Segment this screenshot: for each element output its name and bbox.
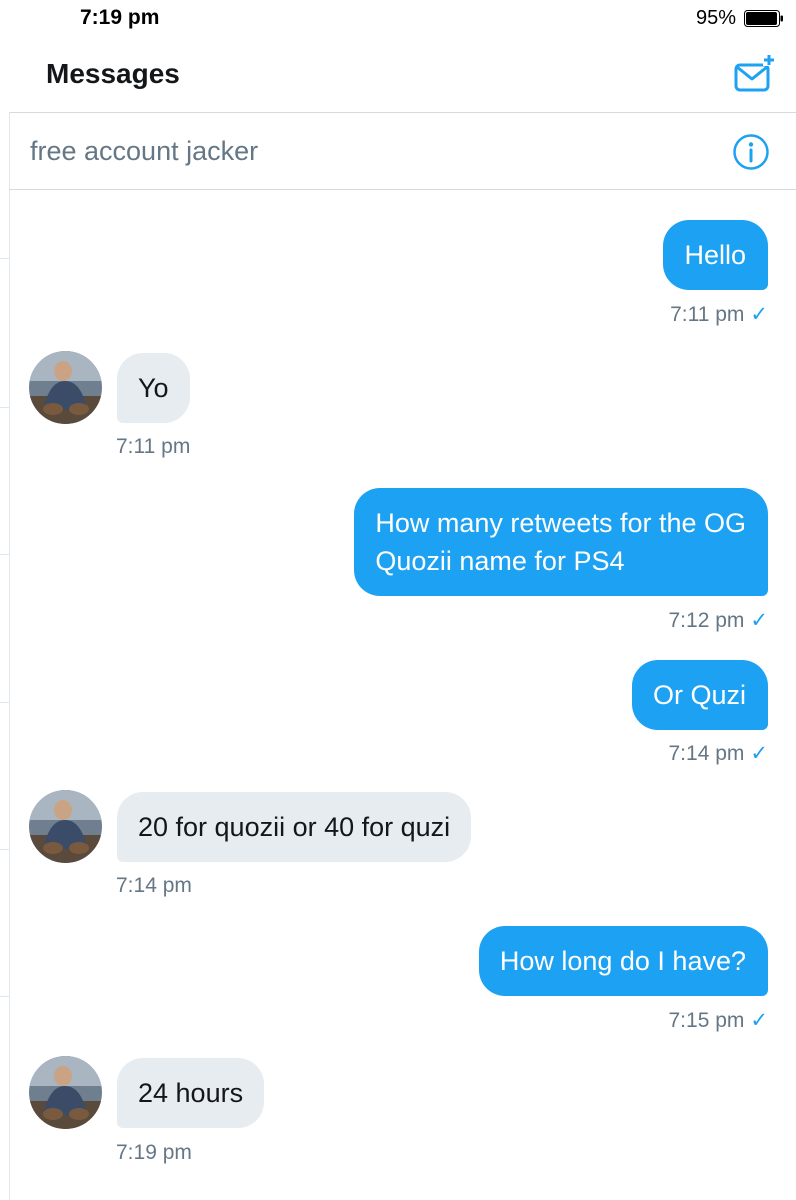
avatar-photo [29,790,102,863]
message-time: 7:14 pm [668,742,745,765]
message-time: 7:14 pm [116,874,192,897]
message-time: 7:19 pm [116,1141,192,1164]
message-time: 7:11 pm [670,303,745,326]
conversation-header: free account jacker [9,113,796,190]
message-meta: 7:12 pm ✓ [669,608,769,633]
divider [0,407,9,408]
message-time: 7:11 pm [116,435,191,458]
page-title: Messages [46,58,180,89]
message-meta: 7:15 pm ✓ [669,1008,769,1033]
divider [0,258,9,259]
sent-message-bubble[interactable]: Or Quzi [631,660,768,730]
read-check-icon: ✓ [750,742,768,765]
received-message-bubble[interactable]: Yo [117,353,190,423]
message-meta: 7:14 pm ✓ [669,741,769,766]
status-bar: 7:19 pm 95% [0,0,796,38]
read-check-icon: ✓ [750,1009,768,1032]
divider [0,554,9,555]
message-time: 7:15 pm [668,1009,745,1032]
divider [0,702,9,703]
message-text-line: How many retweets for the OG [375,508,746,538]
sent-message-bubble[interactable]: How long do I have? [478,926,768,996]
message-text: Yo [138,373,169,403]
sent-message-bubble[interactable]: Hello [663,220,768,290]
divider [0,996,9,997]
battery-icon [744,10,783,27]
message-text: 24 hours [138,1078,244,1108]
read-check-icon: ✓ [750,303,768,326]
sent-message-bubble[interactable]: How many retweets for the OG Quozii name… [354,488,768,596]
message-text: Or Quzi [652,680,746,710]
message-text: Hello [684,240,746,270]
conversation-title: free account jacker [30,136,259,166]
avatar-photo [29,351,102,424]
avatar[interactable] [29,790,102,863]
status-time: 7:19 pm [80,6,160,29]
message-text: 20 for quozii or 40 for quzi [138,812,451,842]
list-pane-edge [0,112,10,1200]
divider [0,849,9,850]
avatar[interactable] [29,351,102,424]
message-time: 7:12 pm [668,609,745,632]
received-message-bubble[interactable]: 20 for quozii or 40 for quzi [117,792,472,862]
message-text-line: Quozii name for PS4 [375,546,625,576]
message-meta: 7:11 pm ✓ [670,302,768,327]
battery-percentage: 95% [695,7,736,29]
info-icon[interactable] [732,133,770,171]
avatar[interactable] [29,1056,102,1129]
compose-mail-icon[interactable] [733,54,775,94]
received-message-bubble[interactable]: 24 hours [117,1058,265,1128]
read-check-icon: ✓ [750,609,768,632]
message-text: How long do I have? [499,946,746,976]
avatar-photo [29,1056,102,1129]
messages-header: Messages [0,38,796,113]
